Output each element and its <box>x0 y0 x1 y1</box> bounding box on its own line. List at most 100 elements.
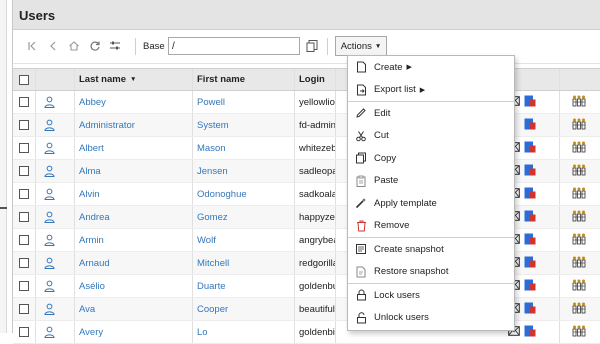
first-name-link[interactable]: Lo <box>197 327 208 338</box>
menu-item-lock-users[interactable]: Lock users <box>348 284 514 307</box>
first-name-cell[interactable]: Lo <box>193 321 295 343</box>
last-name-cell[interactable]: Ava <box>75 298 193 320</box>
menu-item-restore-snapshot[interactable]: Restore snapshot <box>348 261 514 284</box>
first-name-cell[interactable]: Jensen <box>193 160 295 182</box>
menu-item-create[interactable]: Create ▶ <box>348 56 514 79</box>
first-name-link[interactable]: Wolf <box>197 235 216 246</box>
group-icon[interactable] <box>572 187 586 202</box>
row-checkbox[interactable] <box>19 212 29 222</box>
row-select-cell[interactable] <box>13 137 36 159</box>
row-checkbox[interactable] <box>19 258 29 268</box>
actions-cell[interactable] <box>559 298 600 320</box>
row-checkbox[interactable] <box>19 97 29 107</box>
row-select-cell[interactable] <box>13 114 36 136</box>
first-name-cell[interactable]: Wolf <box>193 229 295 251</box>
first-name-link[interactable]: System <box>197 120 229 131</box>
last-name-cell[interactable]: Administrator <box>75 114 193 136</box>
menu-item-remove[interactable]: Remove <box>348 215 514 238</box>
group-icon[interactable] <box>572 302 586 317</box>
last-name-cell[interactable]: Abbey <box>75 91 193 113</box>
group-icon[interactable] <box>572 164 586 179</box>
last-name-cell[interactable]: Alvin <box>75 183 193 205</box>
first-name-link[interactable]: Odonoghue <box>197 189 247 200</box>
group-icon[interactable] <box>572 279 586 294</box>
first-name-cell[interactable]: Odonoghue <box>193 183 295 205</box>
actions-cell[interactable] <box>559 321 600 343</box>
first-name-cell[interactable]: Mason <box>193 137 295 159</box>
last-name-cell[interactable]: Alma <box>75 160 193 182</box>
last-name-link[interactable]: Armin <box>79 235 104 246</box>
menu-item-unlock-users[interactable]: Unlock users <box>348 307 514 330</box>
home-icon[interactable] <box>67 39 81 53</box>
row-select-cell[interactable] <box>13 252 36 274</box>
last-name-cell[interactable]: Arnaud <box>75 252 193 274</box>
actions-cell[interactable] <box>559 206 600 228</box>
menu-item-export-list[interactable]: Export list ▶ <box>348 79 514 102</box>
last-name-link[interactable]: Arnaud <box>79 258 110 269</box>
first-name-cell[interactable]: Duarte <box>193 275 295 297</box>
last-name-cell[interactable]: Avery <box>75 321 193 343</box>
last-name-link[interactable]: Asélio <box>79 281 105 292</box>
actions-cell[interactable] <box>559 275 600 297</box>
first-name-link[interactable]: Jensen <box>197 166 228 177</box>
actions-cell[interactable] <box>559 114 600 136</box>
actions-cell[interactable] <box>559 137 600 159</box>
row-select-cell[interactable] <box>13 91 36 113</box>
menu-item-cut[interactable]: Cut <box>348 125 514 148</box>
first-name-link[interactable]: Mitchell <box>197 258 229 269</box>
first-name-link[interactable]: Duarte <box>197 281 226 292</box>
first-name-cell[interactable]: Gomez <box>193 206 295 228</box>
first-name-cell[interactable]: System <box>193 114 295 136</box>
last-name-link[interactable]: Alma <box>79 166 101 177</box>
select-all-checkbox[interactable] <box>19 74 29 85</box>
first-name-link[interactable]: Cooper <box>197 304 228 315</box>
last-name-cell[interactable]: Armin <box>75 229 193 251</box>
row-checkbox[interactable] <box>19 281 29 291</box>
row-select-cell[interactable] <box>13 183 36 205</box>
first-name-cell[interactable]: Cooper <box>193 298 295 320</box>
row-select-cell[interactable] <box>13 321 36 343</box>
actions-cell[interactable] <box>559 183 600 205</box>
group-icon[interactable] <box>572 256 586 271</box>
menu-item-edit[interactable]: Edit <box>348 102 514 125</box>
last-name-cell[interactable]: Andrea <box>75 206 193 228</box>
actions-cell[interactable] <box>559 252 600 274</box>
row-checkbox[interactable] <box>19 166 29 176</box>
last-name-link[interactable]: Andrea <box>79 212 110 223</box>
select-all-cell[interactable] <box>13 69 36 90</box>
first-name-link[interactable]: Powell <box>197 97 225 108</box>
row-checkbox[interactable] <box>19 189 29 199</box>
group-icon[interactable] <box>572 233 586 248</box>
base-input[interactable] <box>168 37 300 55</box>
last-name-link[interactable]: Alvin <box>79 189 100 200</box>
first-name-link[interactable]: Mason <box>197 143 226 154</box>
last-name-link[interactable]: Administrator <box>79 120 135 131</box>
column-header-last-name[interactable]: Last name ▼ <box>75 69 193 90</box>
row-checkbox[interactable] <box>19 304 29 314</box>
filter-settings-icon[interactable] <box>108 39 122 53</box>
actions-cell[interactable] <box>559 160 600 182</box>
copy-base-icon[interactable] <box>305 39 319 53</box>
menu-item-create-snapshot[interactable]: Create snapshot <box>348 238 514 261</box>
group-icon[interactable] <box>572 141 586 156</box>
row-checkbox[interactable] <box>19 235 29 245</box>
refresh-icon[interactable] <box>88 39 102 53</box>
group-icon[interactable] <box>572 95 586 110</box>
menu-item-paste[interactable]: Paste <box>348 170 514 193</box>
row-checkbox[interactable] <box>19 120 29 130</box>
first-name-cell[interactable]: Powell <box>193 91 295 113</box>
row-select-cell[interactable] <box>13 298 36 320</box>
last-name-link[interactable]: Ava <box>79 304 95 315</box>
group-icon[interactable] <box>572 118 586 133</box>
first-page-icon[interactable] <box>25 39 39 53</box>
last-name-link[interactable]: Albert <box>79 143 104 154</box>
actions-cell[interactable] <box>559 91 600 113</box>
row-select-cell[interactable] <box>13 229 36 251</box>
last-name-cell[interactable]: Albert <box>75 137 193 159</box>
row-select-cell[interactable] <box>13 160 36 182</box>
actions-cell[interactable] <box>559 229 600 251</box>
column-header-first-name[interactable]: First name <box>193 69 295 90</box>
first-name-link[interactable]: Gomez <box>197 212 228 223</box>
last-name-link[interactable]: Abbey <box>79 97 106 108</box>
last-name-link[interactable]: Avery <box>79 327 103 338</box>
